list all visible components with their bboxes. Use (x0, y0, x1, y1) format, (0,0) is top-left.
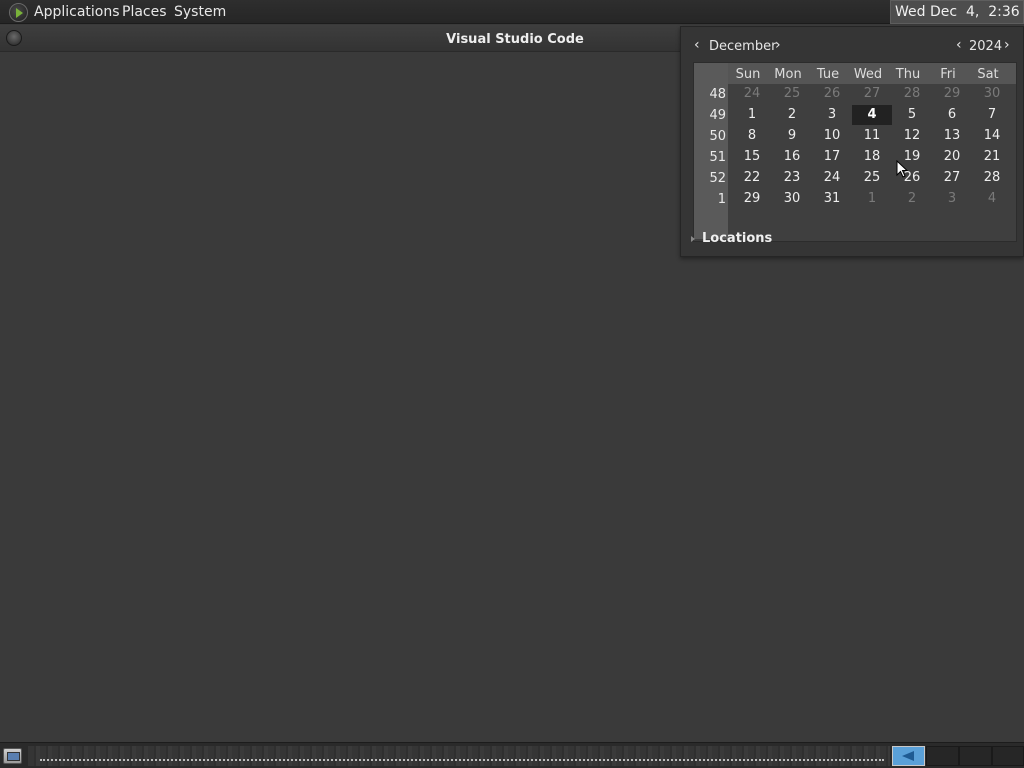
workspace-3[interactable] (959, 746, 992, 766)
mouse-pointer-icon (896, 160, 909, 178)
calendar-day[interactable]: 14 (972, 126, 1012, 146)
calendar-day[interactable]: 17 (812, 147, 852, 167)
month-label: December (709, 39, 777, 54)
show-desktop-icon[interactable] (3, 748, 22, 764)
calendar-day[interactable]: 9 (772, 126, 812, 146)
locations-expander[interactable]: Locations (689, 230, 889, 250)
menu-applications[interactable]: Applications (34, 4, 120, 20)
locations-label: Locations (702, 231, 773, 246)
top-panel: Applications Places System Wed Dec 4, 2:… (0, 0, 1024, 24)
menu-system[interactable]: System (174, 4, 226, 20)
calendar-day[interactable]: 5 (892, 105, 932, 125)
calendar-day[interactable]: 24 (732, 84, 772, 104)
calendar-day[interactable]: 27 (932, 168, 972, 188)
calendar-day[interactable]: 1 (732, 105, 772, 125)
calendar-day[interactable]: 30 (772, 189, 812, 209)
calendar-day[interactable]: 3 (812, 105, 852, 125)
workspace-1-vscode-icon[interactable] (892, 746, 925, 766)
calendar-day[interactable]: 29 (932, 84, 972, 104)
calendar-day[interactable]: 3 (932, 189, 972, 209)
calendar-day[interactable]: 28 (972, 168, 1012, 188)
calendar-day[interactable]: 30 (972, 84, 1012, 104)
week-number: 50 (709, 129, 726, 144)
calendar-day[interactable]: 29 (732, 189, 772, 209)
weekday-header: Wed (853, 67, 883, 82)
year-next-chevron-right-icon[interactable]: › (1004, 37, 1010, 53)
week-number: 48 (709, 87, 726, 102)
clock-applet[interactable]: Wed Dec 4, 2:36 PM (890, 0, 1024, 24)
week-number: 52 (709, 171, 726, 186)
expander-arrow-icon[interactable] (691, 236, 695, 242)
calendar-day-today[interactable]: 4 (852, 105, 892, 125)
calendar-day[interactable]: 18 (852, 147, 892, 167)
chevron-right-icon[interactable]: › (775, 37, 781, 53)
calendar-grid: 48 49 50 51 52 1 Sun Mon Tue Wed Thu Fri Sat 24 25 26… (693, 62, 1017, 242)
calendar-day[interactable]: 11 (852, 126, 892, 146)
calendar-day[interactable]: 8 (732, 126, 772, 146)
week-number: 49 (709, 108, 726, 123)
weekday-header: Sun (735, 67, 761, 82)
weekday-header: Tue (816, 67, 840, 82)
menu-places[interactable]: Places (122, 4, 167, 20)
weekday-header: Mon (774, 67, 802, 82)
applications-menu-icon[interactable] (9, 3, 28, 22)
chevron-left-icon[interactable]: ‹ (694, 37, 700, 53)
weekday-header-row: Sun Mon Tue Wed Thu Fri Sat (728, 63, 1016, 84)
week-number: 51 (709, 150, 726, 165)
week-number: 1 (717, 192, 726, 207)
weekday-header: Sat (977, 67, 999, 82)
calendar-day[interactable]: 24 (812, 168, 852, 188)
calendar-day[interactable]: 4 (972, 189, 1012, 209)
calendar-day[interactable]: 16 (772, 147, 812, 167)
calendar-day[interactable]: 26 (812, 84, 852, 104)
calendar-day[interactable]: 22 (732, 168, 772, 188)
calendar-day[interactable]: 28 (892, 84, 932, 104)
calendar-day[interactable]: 25 (772, 84, 812, 104)
calendar-day[interactable]: 27 (852, 84, 892, 104)
year-label: 2024 (969, 39, 1003, 54)
calendar-day[interactable]: 15 (732, 147, 772, 167)
calendar-day[interactable]: 10 (812, 126, 852, 146)
workspace-2[interactable] (926, 746, 959, 766)
weekday-header: Fri (940, 67, 956, 82)
calendar-day[interactable]: 25 (852, 168, 892, 188)
calendar-day[interactable]: 1 (852, 189, 892, 209)
calendar-day[interactable]: 20 (932, 147, 972, 167)
calendar-day[interactable]: 23 (772, 168, 812, 188)
calendar-day[interactable]: 13 (932, 126, 972, 146)
calendar-day[interactable]: 7 (972, 105, 1012, 125)
calendar-day[interactable]: 2 (892, 189, 932, 209)
calendar-day[interactable]: 21 (972, 147, 1012, 167)
calendar-day[interactable]: 31 (812, 189, 852, 209)
week-number-column: 48 49 50 51 52 1 (694, 63, 728, 239)
weekday-header: Thu (895, 67, 921, 82)
calendar-day[interactable]: 2 (772, 105, 812, 125)
workspace-4[interactable] (992, 746, 1024, 766)
calendar-day[interactable]: 12 (892, 126, 932, 146)
year-prev-chevron-left-icon[interactable]: ‹ (956, 37, 962, 53)
calendar-day[interactable]: 6 (932, 105, 972, 125)
calendar-popup: ‹ December › ‹ 2024 › 48 49 50 51 52 1 Sun Mon… (680, 26, 1024, 257)
bottom-panel (0, 742, 1024, 768)
calendar-header: ‹ December › ‹ 2024 › (689, 35, 1017, 57)
window-list[interactable] (28, 746, 890, 766)
